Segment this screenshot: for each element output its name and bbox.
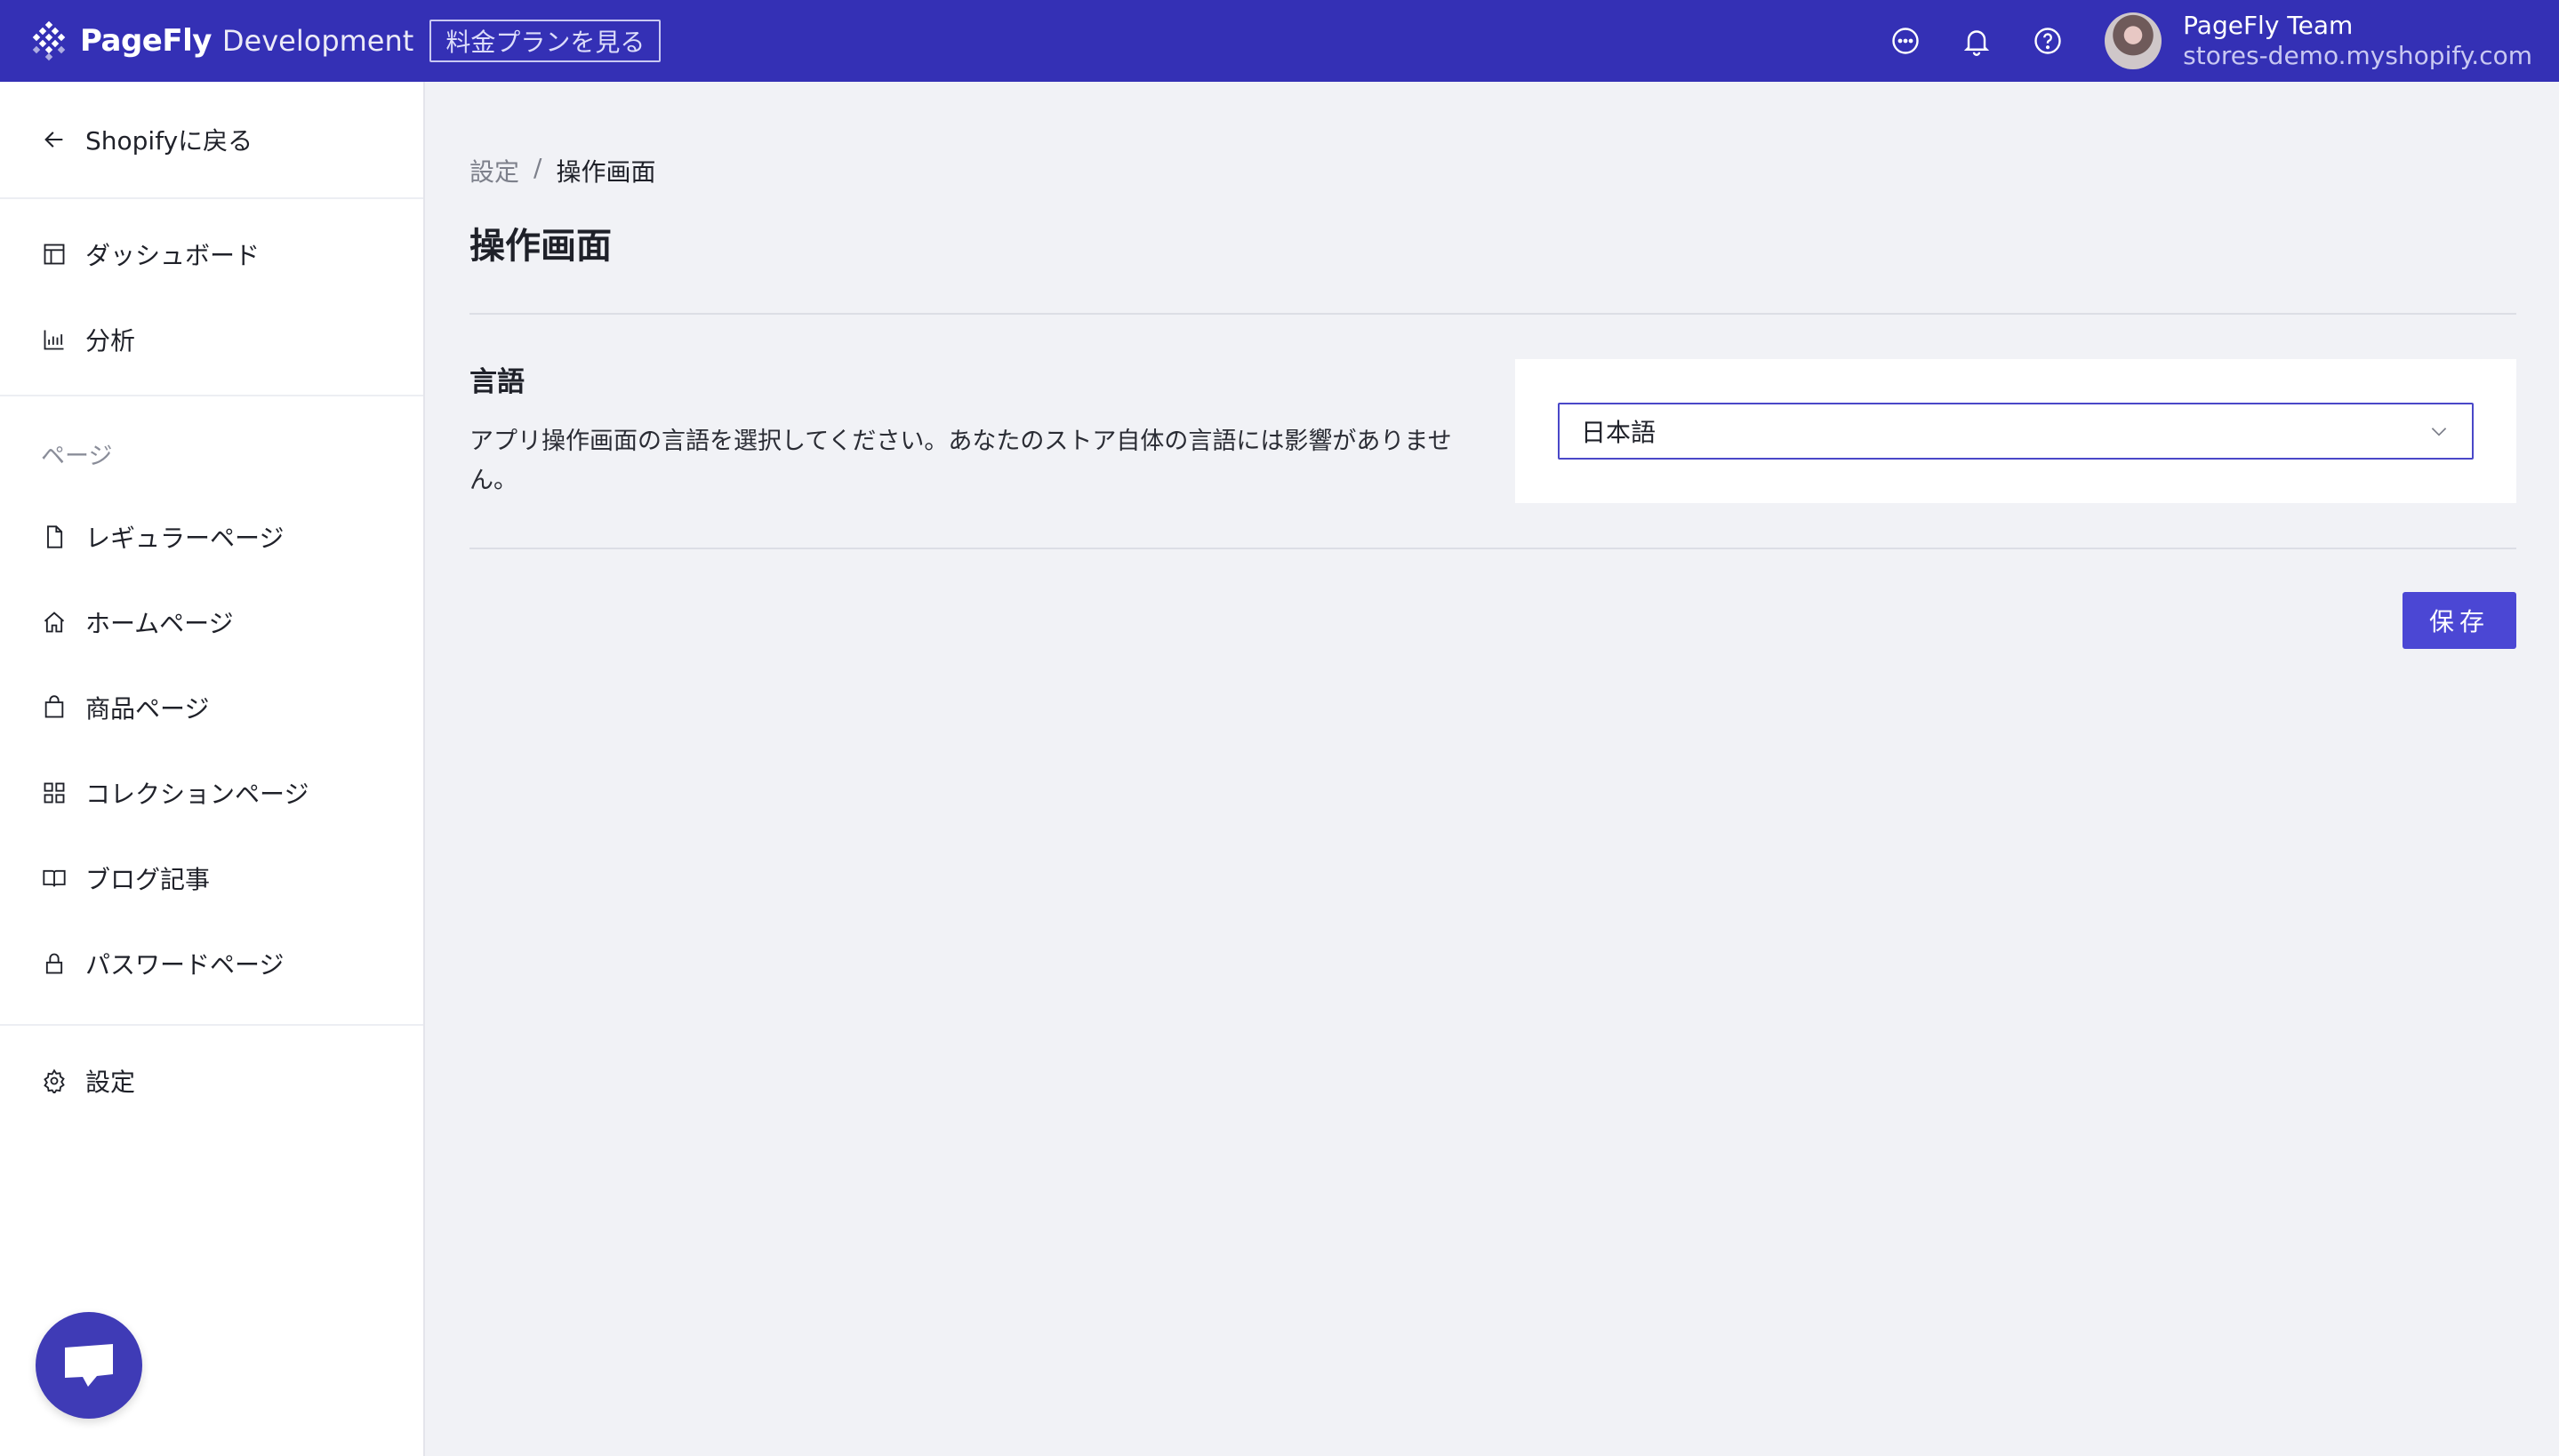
- back-label: Shopifyに戻る: [85, 126, 253, 156]
- avatar[interactable]: [2105, 12, 2162, 69]
- file-icon: [41, 524, 68, 550]
- divider: [469, 548, 2516, 549]
- dashboard-icon: [41, 241, 68, 268]
- divider: [469, 313, 2516, 315]
- brand[interactable]: PageFly Development: [28, 20, 413, 61]
- sidebar: Shopifyに戻る ダッシュボード 分析 ページ レギュラーページ ホームペー…: [0, 82, 425, 1456]
- sidebar-item-dashboard[interactable]: ダッシュボード: [0, 212, 423, 297]
- sidebar-item-label: コレクションページ: [85, 780, 309, 809]
- divider: [0, 395, 423, 396]
- sidebar-item-label: ホームページ: [85, 609, 234, 638]
- sidebar-item-settings[interactable]: 設定: [0, 1038, 423, 1124]
- pages-section-title: ページ: [41, 442, 113, 470]
- sidebar-item-label: ブログ記事: [85, 865, 211, 894]
- breadcrumb-current: 操作画面: [556, 157, 656, 187]
- language-select[interactable]: 日本語: [1558, 403, 2474, 460]
- main-content: 設定 / 操作画面 操作画面 言語 アプリ操作画面の言語を選択してください。あな…: [469, 82, 2516, 649]
- sidebar-item-product-page[interactable]: 商品ページ: [0, 665, 423, 750]
- pagefly-logo-icon: [32, 20, 66, 61]
- analytics-icon: [41, 326, 68, 353]
- gear-icon: [41, 1068, 68, 1094]
- chevron-down-icon: [2431, 428, 2447, 436]
- language-select-value: 日本語: [1581, 418, 1657, 447]
- sidebar-item-label: 分析: [85, 326, 136, 356]
- bell-icon[interactable]: [1959, 23, 1994, 59]
- sidebar-item-analytics[interactable]: 分析: [0, 297, 423, 382]
- sidebar-item-label: 設定: [85, 1068, 136, 1097]
- language-setting-text: 言語 アプリ操作画面の言語を選択してください。あなたのストア自体の言語には影響が…: [469, 359, 1474, 503]
- top-right-controls: PageFly Team stores-demo.myshopify.com: [1852, 0, 2532, 82]
- breadcrumb-separator: /: [533, 153, 542, 182]
- chat-icon: [65, 1344, 113, 1387]
- sidebar-item-collection-page[interactable]: コレクションページ: [0, 750, 423, 836]
- breadcrumb-parent[interactable]: 設定: [469, 153, 519, 188]
- home-icon: [41, 609, 68, 636]
- sidebar-item-password-page[interactable]: パスワードページ: [0, 921, 423, 1006]
- user-info[interactable]: PageFly Team stores-demo.myshopify.com: [2183, 11, 2532, 70]
- save-button[interactable]: 保存: [2403, 592, 2516, 649]
- grid-icon: [41, 780, 68, 806]
- help-icon[interactable]: [2030, 23, 2066, 59]
- sidebar-item-label: レギュラーページ: [85, 524, 285, 553]
- chat-bubble-icon[interactable]: [1888, 23, 1923, 59]
- brand-name: PageFly: [80, 23, 212, 59]
- user-name: PageFly Team: [2183, 11, 2354, 41]
- view-plans-button[interactable]: 料金プランを見る: [429, 20, 662, 62]
- sidebar-item-regular-page[interactable]: レギュラーページ: [0, 494, 423, 580]
- bag-icon: [41, 694, 68, 721]
- book-icon: [41, 865, 68, 892]
- brand-environment: Development: [221, 24, 414, 58]
- sidebar-item-label: パスワードページ: [85, 950, 285, 980]
- language-setting: 言語 アプリ操作画面の言語を選択してください。あなたのストア自体の言語には影響が…: [469, 359, 2516, 503]
- back-to-shopify-link[interactable]: Shopifyに戻る: [0, 82, 423, 197]
- language-description: アプリ操作画面の言語を選択してください。あなたのストア自体の言語には影響がありま…: [469, 428, 1452, 494]
- language-card: 日本語: [1515, 359, 2516, 503]
- sidebar-item-label: ダッシュボード: [85, 241, 261, 270]
- sidebar-item-home-page[interactable]: ホームページ: [0, 580, 423, 665]
- actions: 保存: [469, 592, 2516, 649]
- sidebar-item-blog-post[interactable]: ブログ記事: [0, 836, 423, 921]
- language-label: 言語: [469, 366, 525, 398]
- user-store: stores-demo.myshopify.com: [2183, 41, 2532, 70]
- top-bar: PageFly Development 料金プランを見る PageFly Tea…: [0, 0, 2559, 82]
- arrow-left-icon: [41, 126, 68, 153]
- breadcrumb: 設定 / 操作画面: [469, 153, 2516, 188]
- live-chat-button[interactable]: [36, 1312, 142, 1419]
- divider: [0, 1024, 423, 1026]
- page-title: 操作画面: [469, 226, 612, 267]
- lock-icon: [41, 950, 68, 977]
- sidebar-item-label: 商品ページ: [85, 694, 210, 724]
